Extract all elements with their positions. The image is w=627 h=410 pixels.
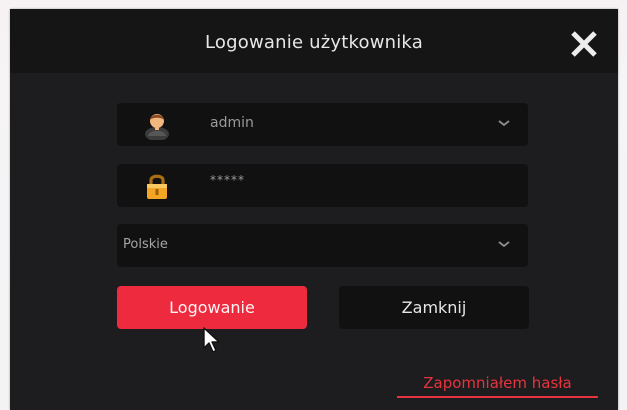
forgot-password-underline (397, 396, 598, 398)
language-value: Polskie (123, 237, 168, 252)
username-value: admin (210, 115, 254, 131)
cancel-button[interactable]: Zamknij (339, 286, 529, 329)
password-field[interactable]: ***** (117, 164, 528, 207)
dialog-title: Logowanie użytkownika (205, 32, 423, 53)
language-select[interactable]: Polskie (117, 224, 528, 267)
lock-icon (147, 174, 167, 199)
login-button[interactable]: Logowanie (117, 286, 307, 329)
password-value: ***** (210, 173, 245, 187)
username-select[interactable]: admin (117, 103, 528, 146)
user-icon (145, 114, 169, 140)
chevron-down-icon (498, 120, 510, 127)
close-icon (571, 31, 597, 57)
mouse-pointer-icon (203, 327, 220, 353)
dialog-header: Logowanie użytkownika (10, 9, 618, 73)
forgot-password-link[interactable]: Zapomniałem hasła (397, 374, 598, 392)
login-dialog: Logowanie użytkownika admin ***** Polski… (10, 9, 618, 410)
close-button[interactable] (567, 30, 601, 58)
chevron-down-icon (498, 241, 510, 248)
